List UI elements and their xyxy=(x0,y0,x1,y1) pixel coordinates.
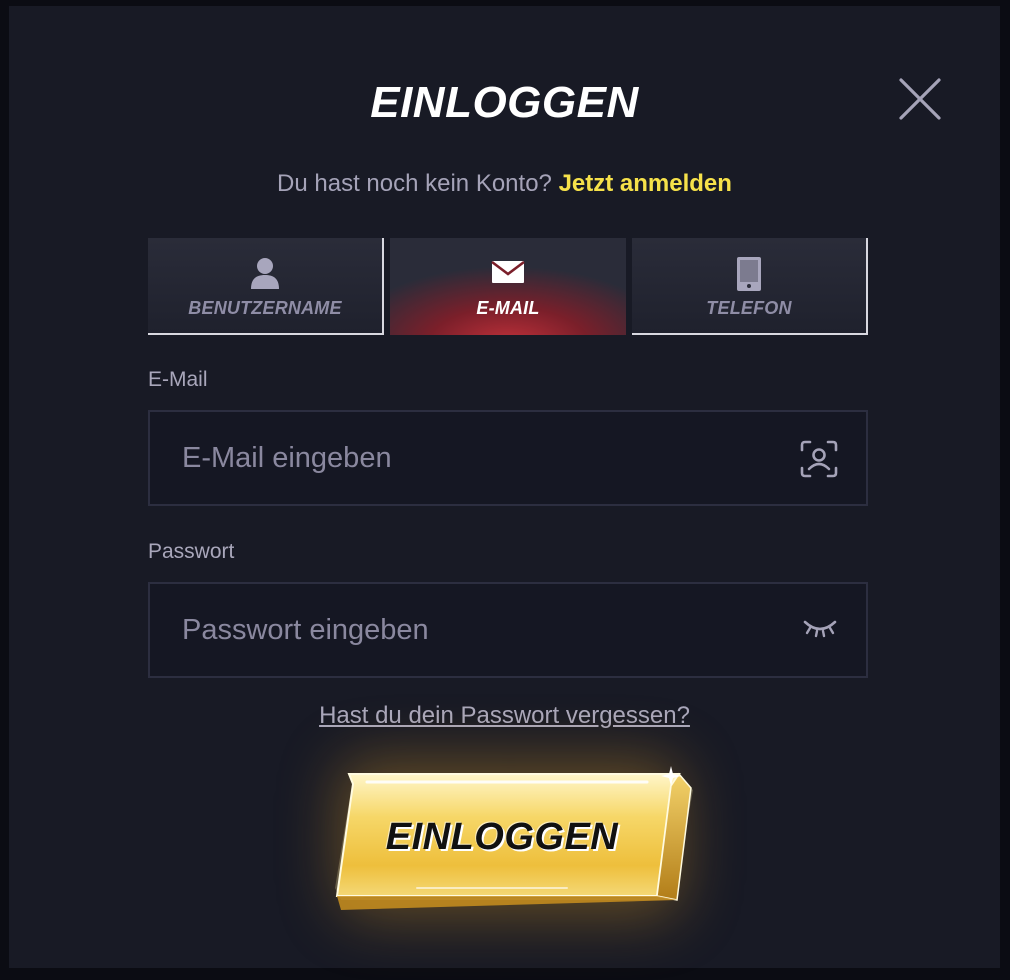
toggle-password-visibility[interactable] xyxy=(802,616,838,644)
envelope-icon xyxy=(491,260,525,283)
tab-label: E-MAIL xyxy=(476,298,540,318)
signup-link[interactable]: Jetzt anmelden xyxy=(559,170,732,197)
modal-title: EINLOGGEN xyxy=(370,78,639,127)
login-modal: EINLOGGEN Du hast noch kein Konto? Jetzt… xyxy=(9,6,1000,968)
tab-telefon[interactable]: TELEFON xyxy=(632,238,868,335)
phone-icon xyxy=(737,257,761,291)
close-button[interactable] xyxy=(897,76,943,122)
tab-label: TELEFON xyxy=(706,298,792,318)
email-label: E-Mail xyxy=(148,368,208,391)
password-input[interactable] xyxy=(182,584,782,676)
face-scan-icon xyxy=(800,440,838,478)
email-input[interactable] xyxy=(182,412,782,504)
login-method-tabs: BENUTZERNAME E-MAIL TELEFON xyxy=(148,238,868,335)
tab-benutzername[interactable]: BENUTZERNAME xyxy=(148,238,384,335)
login-button[interactable]: EINLOGGEN xyxy=(327,764,693,914)
close-icon xyxy=(899,78,941,120)
user-icon xyxy=(251,258,279,289)
email-field-box xyxy=(148,410,868,506)
password-field-box xyxy=(148,582,868,678)
login-button-label: EINLOGGEN xyxy=(385,816,619,858)
tab-e-mail[interactable]: E-MAIL xyxy=(390,238,626,335)
face-scan-button[interactable] xyxy=(800,440,838,482)
forgot-password-link[interactable]: Hast du dein Passwort vergessen? xyxy=(319,702,690,729)
eye-closed-icon xyxy=(803,620,837,638)
password-label: Passwort xyxy=(148,540,235,563)
signup-question: Du hast noch kein Konto? xyxy=(277,170,552,197)
tab-label: BENUTZERNAME xyxy=(188,298,342,318)
signup-prompt: Du hast noch kein Konto? Jetzt anmelden xyxy=(9,170,1000,198)
forgot-password-row: Hast du dein Passwort vergessen? xyxy=(9,702,1000,730)
